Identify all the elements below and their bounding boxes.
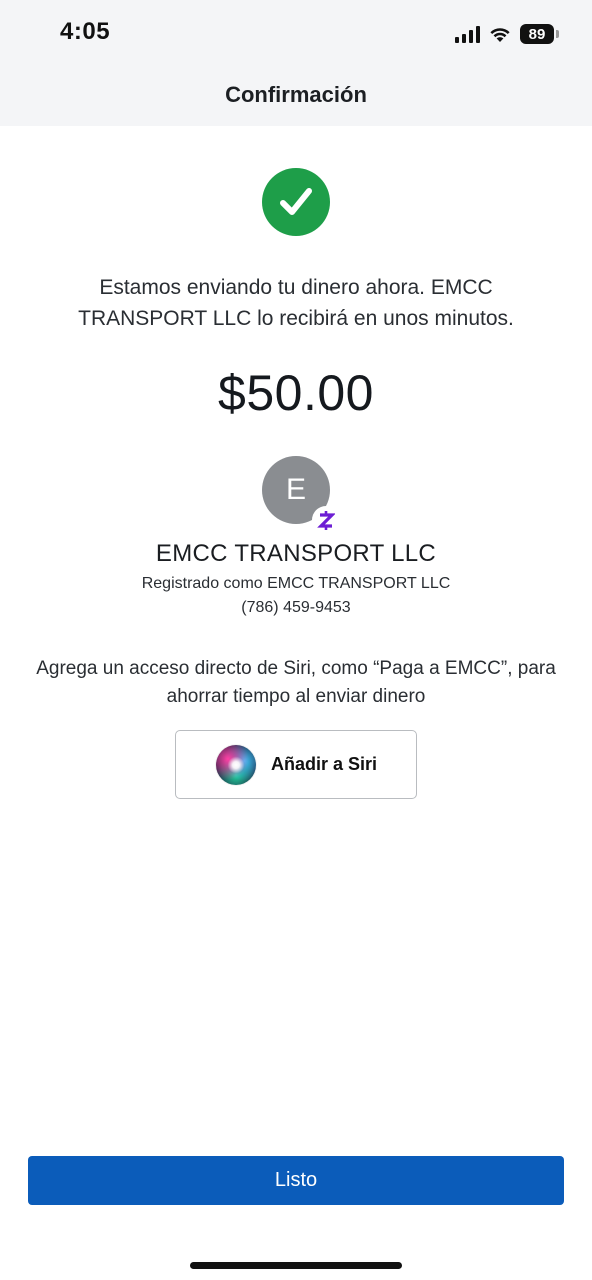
amount: $50.00	[218, 365, 374, 421]
avatar-initial: E	[285, 473, 306, 506]
add-to-siri-label: Añadir a Siri	[271, 754, 378, 774]
recipient-name: EMCC TRANSPORT LLC	[155, 540, 437, 567]
done-button[interactable]: Listo	[28, 1156, 564, 1205]
siri-prompt: Agrega un acceso directo de Siri, como “…	[36, 658, 556, 707]
status-time: 4:05	[60, 18, 111, 45]
home-indicator[interactable]	[190, 1262, 402, 1269]
add-to-siri-button[interactable]: Añadir a Siri	[175, 730, 417, 799]
registered-as: Registrado como EMCC TRANSPORT LLC	[141, 575, 451, 592]
confirmation-message: Estamos enviando tu dinero ahora. EMCC T…	[78, 276, 514, 330]
page-title: Confirmación	[225, 82, 367, 107]
recipient-phone: (786) 459-9453	[241, 599, 351, 616]
checkmark-icon	[262, 168, 330, 236]
zelle-icon	[312, 506, 340, 534]
siri-icon	[216, 744, 256, 785]
battery-icon: 89	[520, 24, 559, 44]
wifi-icon	[490, 28, 510, 42]
done-label: Listo	[274, 1169, 318, 1191]
signal-icon	[455, 25, 480, 43]
confirmation-screen: 4:05 89 Confirmación Estamos enviando tu…	[0, 0, 592, 1280]
header: 4:05 89 Confirmación	[0, 0, 592, 126]
status-icons: 89	[455, 22, 559, 46]
battery-level: 89	[528, 25, 546, 43]
